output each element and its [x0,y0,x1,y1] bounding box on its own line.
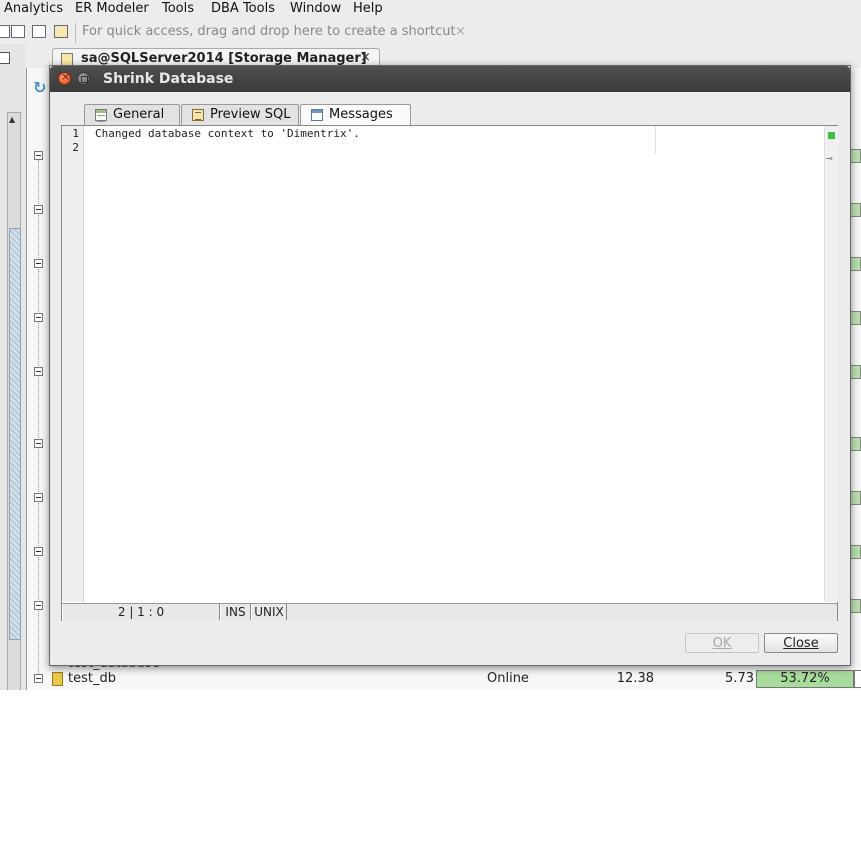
tab-general-label: General [113,107,165,122]
editor-statusbar: 2 | 1 : 0 INS UNIX [62,603,837,621]
close-button[interactable]: Close [764,633,838,653]
editor-vertical-scrollbar[interactable]: ⊸ [824,126,838,602]
database-status: Online [487,671,529,686]
insert-mode[interactable]: INS [220,604,251,620]
menu-help[interactable]: Help [353,0,383,18]
percent-cell-edge [854,670,861,688]
line-ending[interactable]: UNIX [251,604,287,620]
tree-expander-icon[interactable] [34,439,43,448]
scroll-up-icon[interactable]: ▲ [9,115,15,124]
dialog-title: Shrink Database [103,71,234,87]
left-panel: ▲ [0,44,26,690]
menu-tools[interactable]: Tools [162,0,194,18]
toolbar: For quick access, drag and drop here to … [0,20,861,44]
tree-expander-icon[interactable] [34,259,43,268]
scrollbar-thumb[interactable] [9,228,21,640]
caret-position: 2 | 1 : 0 [62,604,220,620]
table-row[interactable]: test_db Online 12.38 5.73 53.72% [26,670,861,688]
menu-analytics[interactable]: Analytics [4,0,63,18]
tree-expander-icon[interactable] [34,493,43,502]
toolbar-separator [75,23,76,43]
tab-close-icon[interactable]: × [360,50,371,65]
syntax-ok-icon [828,132,835,139]
database-icon [52,672,63,686]
menu-dba-tools[interactable]: DBA Tools [211,0,275,18]
messages-icon [311,109,323,121]
tree-expander-icon[interactable] [34,547,43,556]
tree-expander-icon[interactable] [34,205,43,214]
caret-marker-icon: ⊸ [826,154,833,163]
tree-expander-icon[interactable] [34,151,43,160]
panel-restore-icon[interactable] [0,52,10,64]
toolbar-layout-icon[interactable] [0,25,10,38]
messages-editor[interactable]: 1 2 Changed database context to 'Dimentr… [61,125,838,621]
dialog-titlebar[interactable]: Shrink Database [50,66,850,92]
close-button-label: Close [783,636,819,651]
line-number: 2 [72,141,79,154]
message-line: Changed database context to 'Dimentrix'. [95,127,360,140]
line-number: 1 [72,127,79,140]
left-panel-scrollbar[interactable] [7,112,21,690]
window-close-button[interactable] [58,70,71,85]
ok-button-label: OK [712,636,732,651]
toolbar-grid-icon[interactable] [32,25,46,38]
tree-expander-icon[interactable] [34,674,43,683]
tab-preview-sql[interactable]: Preview SQL [181,104,299,126]
menu-window[interactable]: Window [290,0,341,18]
table-icon [95,109,107,122]
tree-expander-icon[interactable] [34,601,43,610]
tab-messages-label: Messages [329,107,393,122]
tab-messages[interactable]: Messages [300,104,411,127]
shrink-database-dialog: Shrink Database General Preview SQL Mess… [49,65,851,666]
window-minimize-button[interactable] [77,72,90,85]
right-margin-guide [655,126,656,154]
ok-button[interactable]: OK [685,633,759,653]
database-size: 12.38 [616,671,654,686]
tab-general[interactable]: General [84,104,180,126]
toolbar-chart-icon[interactable] [54,25,68,38]
tree-expander-icon[interactable] [34,313,43,322]
refresh-icon[interactable]: ↻ [33,78,46,97]
quick-access-hint: For quick access, drag and drop here to … [82,24,456,39]
toolbar-list-icon[interactable] [11,25,25,38]
database-used: 5.73 [725,671,754,686]
menubar: Analytics ER Modeler Tools DBA Tools Win… [0,0,861,18]
percent-bar: 53.72% [756,670,854,688]
empty-area [0,690,861,848]
tab-preview-sql-label: Preview SQL [210,107,291,122]
line-number-gutter: 1 2 [62,126,84,602]
menu-er-modeler[interactable]: ER Modeler [75,0,149,18]
tab-storage-manager-label: sa@SQLServer2014 [Storage Manager] [81,51,367,66]
sql-icon [192,109,204,121]
database-name: test_db [68,671,116,686]
dialog-tabs: General Preview SQL Messages [50,104,850,127]
quick-access-close-icon[interactable]: × [455,24,466,39]
tree-expander-icon[interactable] [34,367,43,376]
